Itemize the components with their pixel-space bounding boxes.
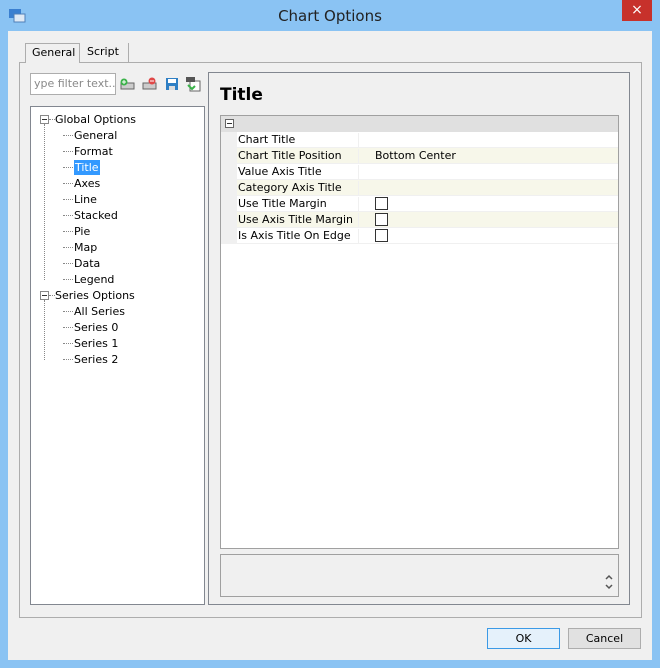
property-name: Category Axis Title: [238, 181, 359, 196]
close-button[interactable]: ×: [622, 0, 652, 21]
property-row[interactable]: Chart Title Position Bottom Center: [237, 148, 618, 164]
tree-item[interactable]: General: [74, 128, 117, 143]
property-row[interactable]: Chart Title: [237, 132, 618, 148]
property-value[interactable]: Bottom Center: [375, 149, 456, 162]
tree-item[interactable]: Series 1: [74, 336, 118, 351]
cancel-button[interactable]: Cancel: [568, 628, 641, 649]
property-checkbox[interactable]: [375, 197, 388, 210]
collapse-icon[interactable]: [40, 291, 49, 300]
collapse-icon[interactable]: [225, 119, 234, 128]
property-checkbox[interactable]: [375, 229, 388, 242]
property-name: Chart Title Position: [238, 149, 359, 164]
property-name: Is Axis Title On Edge: [238, 229, 359, 244]
property-grid: Chart Title Chart Title Position Bottom Ce…: [220, 115, 619, 549]
options-tree[interactable]: Global Options General Format Title Axes Line…: [30, 106, 205, 605]
property-row[interactable]: Use Title Margin: [237, 196, 618, 212]
property-name: Use Axis Title Margin: [238, 213, 359, 228]
category-header: [221, 116, 618, 132]
tree-item[interactable]: Line: [74, 192, 97, 207]
collapse-icon[interactable]: [40, 115, 49, 124]
property-row[interactable]: Value Axis Title: [237, 164, 618, 180]
tree-item[interactable]: Title: [74, 160, 100, 175]
property-name: Chart Title: [238, 133, 359, 148]
title-bar: Chart Options ×: [0, 0, 660, 31]
property-name: Use Title Margin: [238, 197, 359, 212]
tree-item[interactable]: Map: [74, 240, 97, 255]
page-title: Title: [220, 85, 263, 105]
remove-icon[interactable]: [142, 76, 158, 92]
tree-node-global[interactable]: Global Options: [55, 112, 136, 127]
description-pane: [220, 554, 619, 597]
scroll-arrows-icon[interactable]: [604, 572, 614, 592]
save-icon[interactable]: [164, 76, 180, 92]
tree-item[interactable]: Axes: [74, 176, 100, 191]
add-icon[interactable]: [119, 76, 135, 92]
property-checkbox[interactable]: [375, 213, 388, 226]
paste-icon[interactable]: [185, 76, 201, 92]
tree-node-series[interactable]: Series Options: [55, 288, 135, 303]
filter-input[interactable]: ype filter text...: [30, 73, 116, 95]
tab-general[interactable]: General: [25, 43, 80, 64]
tree-item[interactable]: Data: [74, 256, 100, 271]
tree-item[interactable]: Series 2: [74, 352, 118, 367]
ok-button[interactable]: OK: [487, 628, 560, 649]
property-row[interactable]: Category Axis Title: [237, 180, 618, 196]
tree-item[interactable]: Legend: [74, 272, 114, 287]
tree-item[interactable]: Format: [74, 144, 113, 159]
tree-item[interactable]: All Series: [74, 304, 125, 319]
tree-item[interactable]: Series 0: [74, 320, 118, 335]
tree-item[interactable]: Stacked: [74, 208, 118, 223]
property-name: Value Axis Title: [238, 165, 359, 180]
window-title: Chart Options: [278, 7, 382, 25]
property-row[interactable]: Is Axis Title On Edge: [237, 228, 618, 244]
tree-item[interactable]: Pie: [74, 224, 90, 239]
tab-script[interactable]: Script: [81, 43, 129, 63]
property-row[interactable]: Use Axis Title Margin: [237, 212, 618, 228]
